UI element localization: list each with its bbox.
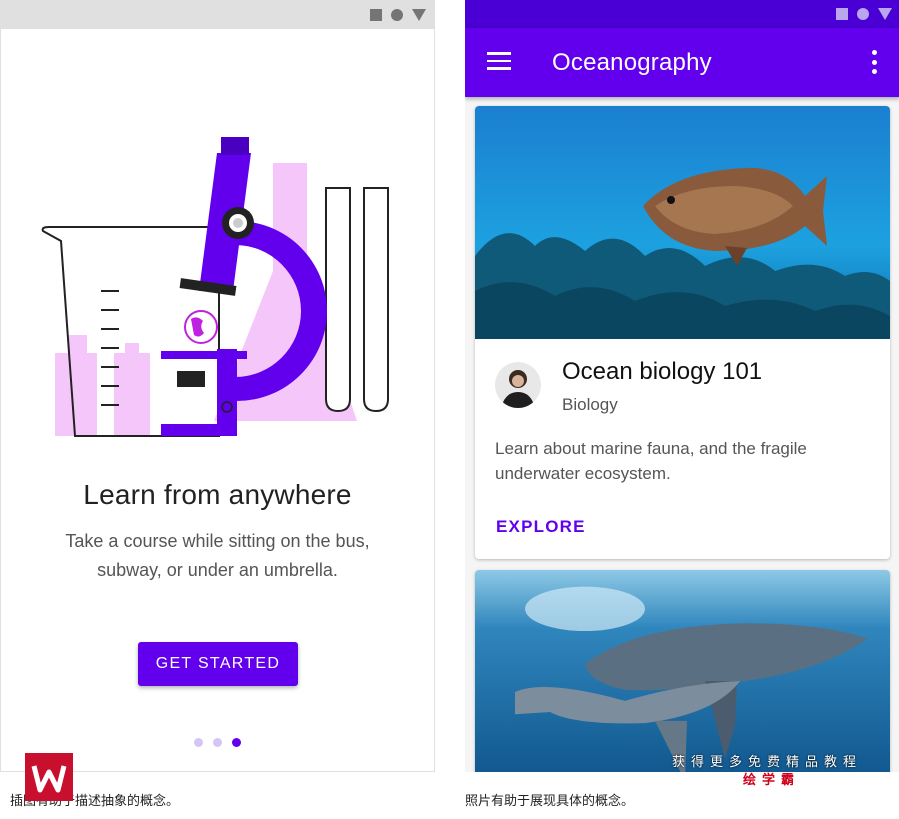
circle-icon — [857, 8, 869, 20]
status-bar — [465, 0, 899, 28]
more-vert-icon[interactable] — [866, 50, 882, 74]
onboarding-title: Learn from anywhere — [83, 479, 352, 510]
page-indicator — [1, 738, 434, 747]
page-dot[interactable] — [213, 738, 222, 747]
test-tube-icon — [325, 187, 389, 413]
circle-icon — [391, 9, 403, 21]
page-dot-active[interactable] — [232, 738, 241, 747]
whale-photo — [475, 570, 890, 772]
app-title: Oceanography — [552, 49, 712, 76]
fish-photo — [475, 106, 890, 339]
watermark-logo-icon — [25, 753, 73, 801]
watermark-brand: 绘学霸 — [743, 772, 801, 787]
oceanography-screen: Oceanography Ocean biology 101 Biology L… — [465, 0, 899, 772]
onboarding-screen: Learn from anywhere Take a course while … — [0, 0, 435, 772]
get-started-button[interactable]: GET STARTED — [138, 642, 298, 686]
course-card[interactable] — [475, 570, 890, 772]
card-subtitle: Biology — [562, 395, 618, 414]
page-dot[interactable] — [194, 738, 203, 747]
science-illustration — [41, 137, 389, 437]
stop-icon — [836, 8, 848, 20]
card-description: Learn about marine fauna, and the fragil… — [495, 439, 807, 483]
avatar — [495, 362, 541, 408]
explore-button[interactable]: EXPLORE — [496, 517, 586, 537]
status-bar — [1, 1, 434, 29]
watermark-text: 获得更多免费精品教程 — [672, 754, 863, 769]
onboarding-body: Take a course while sitting on the bus, … — [65, 531, 370, 580]
globe-icon — [184, 310, 218, 344]
card-title: Ocean biology 101 — [562, 358, 763, 385]
signal-icon — [878, 8, 892, 20]
course-card[interactable]: Ocean biology 101 Biology Learn about ma… — [475, 106, 890, 559]
caption-right: 照片有助于展现具体的概念。 — [465, 793, 635, 808]
menu-icon[interactable] — [487, 52, 511, 72]
top-app-bar: Oceanography — [465, 28, 899, 97]
stop-icon — [370, 9, 382, 21]
signal-icon — [412, 9, 426, 21]
